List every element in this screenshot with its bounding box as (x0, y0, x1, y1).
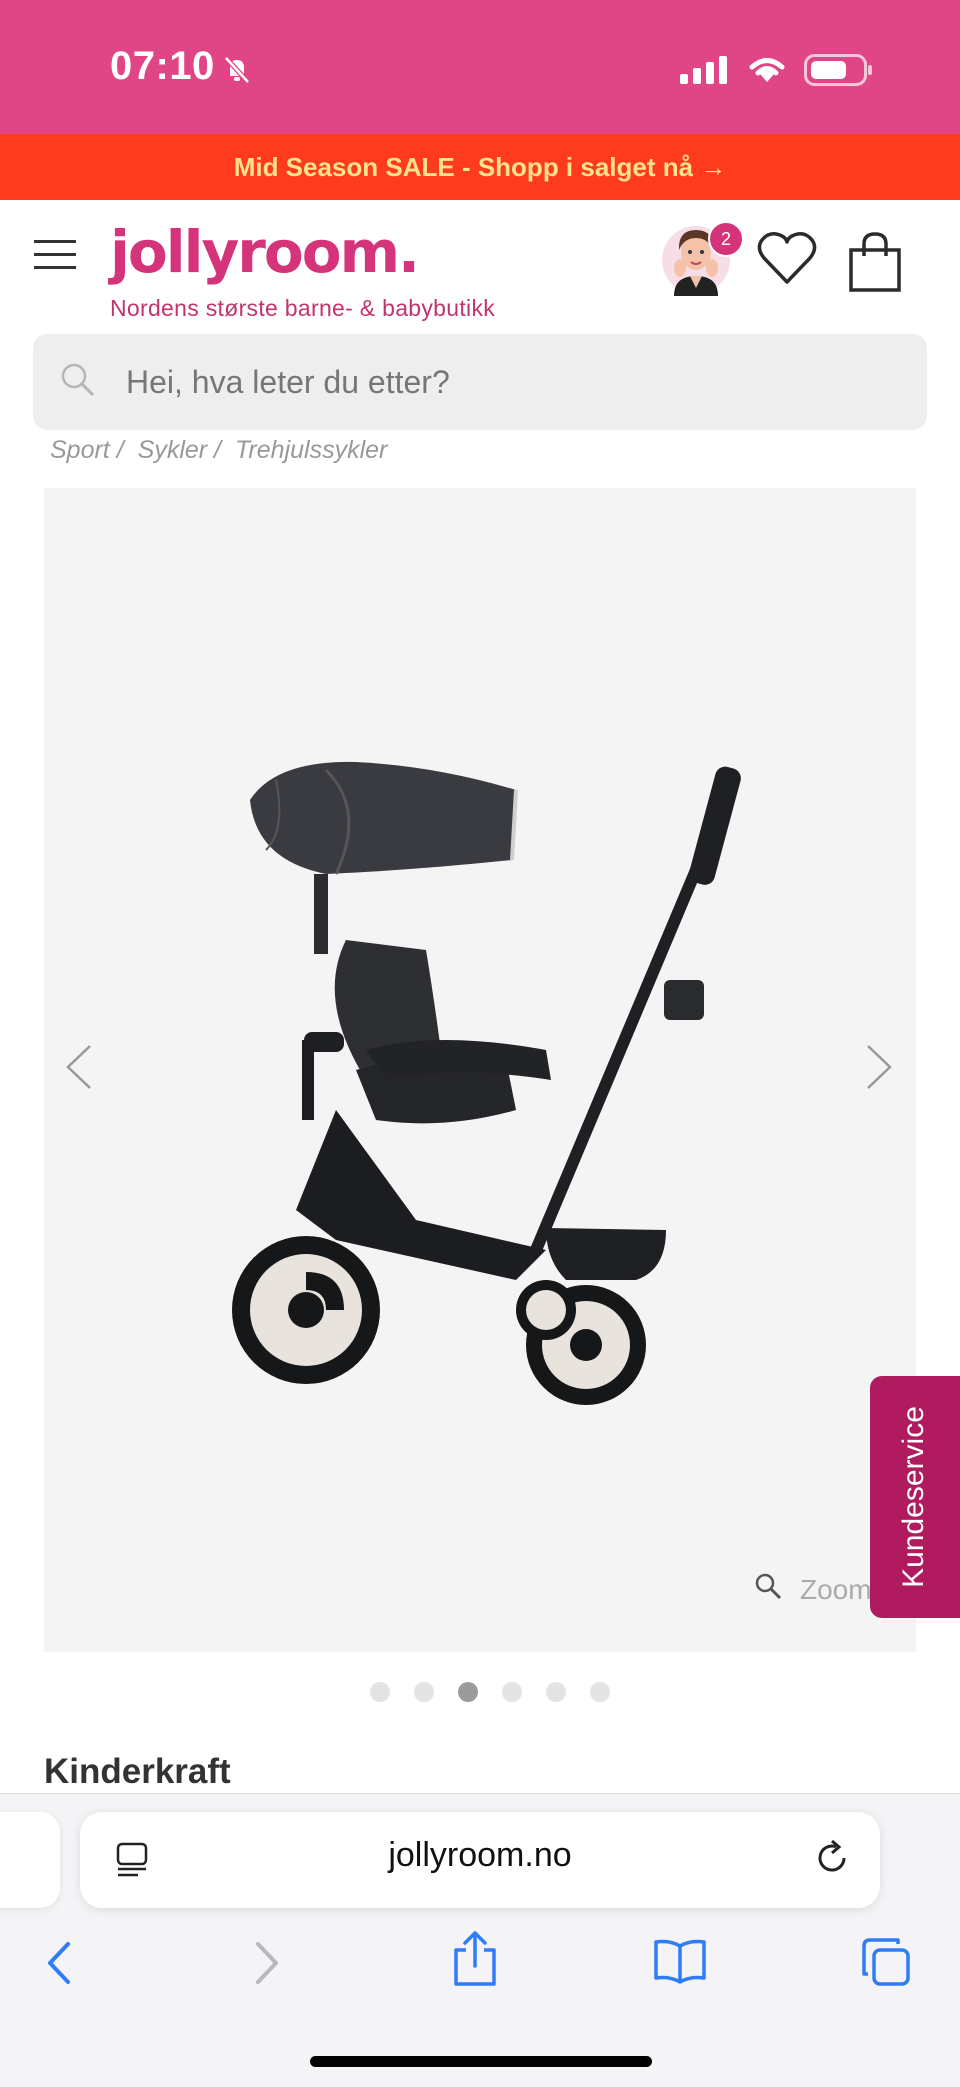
carousel-dot[interactable] (370, 1682, 390, 1702)
menu-icon[interactable] (34, 240, 78, 275)
carousel-dot[interactable] (590, 1682, 610, 1702)
chevron-left-icon[interactable] (64, 1042, 94, 1097)
reader-mode-icon[interactable] (116, 1842, 152, 1883)
carousel-dot-active[interactable] (458, 1682, 478, 1702)
breadcrumb-item-sport[interactable]: Sport / (50, 436, 124, 465)
carousel-dots (370, 1682, 610, 1702)
carousel-dot[interactable] (502, 1682, 522, 1702)
status-time: 07:10 (110, 44, 215, 88)
product-brand[interactable]: Kinderkraft (44, 1752, 231, 1792)
back-arrow-icon[interactable] (44, 1938, 74, 1993)
promo-banner-link[interactable]: Mid Season SALE - Shopp i salget nå → (0, 134, 960, 200)
wishlist-heart-icon[interactable] (756, 230, 818, 291)
product-image-tricycle (216, 750, 796, 1435)
search-input[interactable] (126, 352, 886, 412)
carousel-dot[interactable] (414, 1682, 434, 1702)
bookmarks-book-icon[interactable] (652, 1938, 708, 1989)
search-icon (60, 362, 96, 403)
reload-icon[interactable] (812, 1838, 852, 1883)
breadcrumb: Sport / Sykler / Trehjulssykler (50, 436, 387, 465)
bell-off-icon (222, 54, 252, 89)
site-tagline: Nordens største barne- & babybutikk (110, 295, 496, 321)
wifi-icon (746, 52, 788, 89)
breadcrumb-item-sykler[interactable]: Sykler / (138, 436, 221, 465)
forward-arrow-icon[interactable] (252, 1938, 282, 1993)
url-text[interactable]: jollyroom.no (300, 1836, 660, 1875)
cart-count-badge: 2 (708, 221, 744, 257)
customer-service-label[interactable]: Kundeservice (878, 1376, 950, 1618)
tabs-overview-icon[interactable] (860, 1936, 912, 1993)
chevron-right-icon[interactable] (864, 1042, 894, 1097)
zoom-label[interactable]: Zoom (800, 1574, 872, 1606)
shopping-bag-icon[interactable] (848, 232, 902, 297)
battery-icon (804, 54, 874, 91)
breadcrumb-item-trehjulssykler[interactable]: Trehjulssykler (235, 436, 387, 465)
site-logo[interactable]: jollyroom. (110, 218, 420, 286)
cellular-signal-icon (680, 56, 730, 89)
customer-service-text: Kundeservice (897, 1406, 930, 1588)
home-indicator (310, 2056, 652, 2067)
share-icon[interactable] (452, 1930, 498, 1991)
previous-tab-card[interactable] (0, 1812, 60, 1908)
carousel-dot[interactable] (546, 1682, 566, 1702)
zoom-icon[interactable] (754, 1572, 782, 1605)
